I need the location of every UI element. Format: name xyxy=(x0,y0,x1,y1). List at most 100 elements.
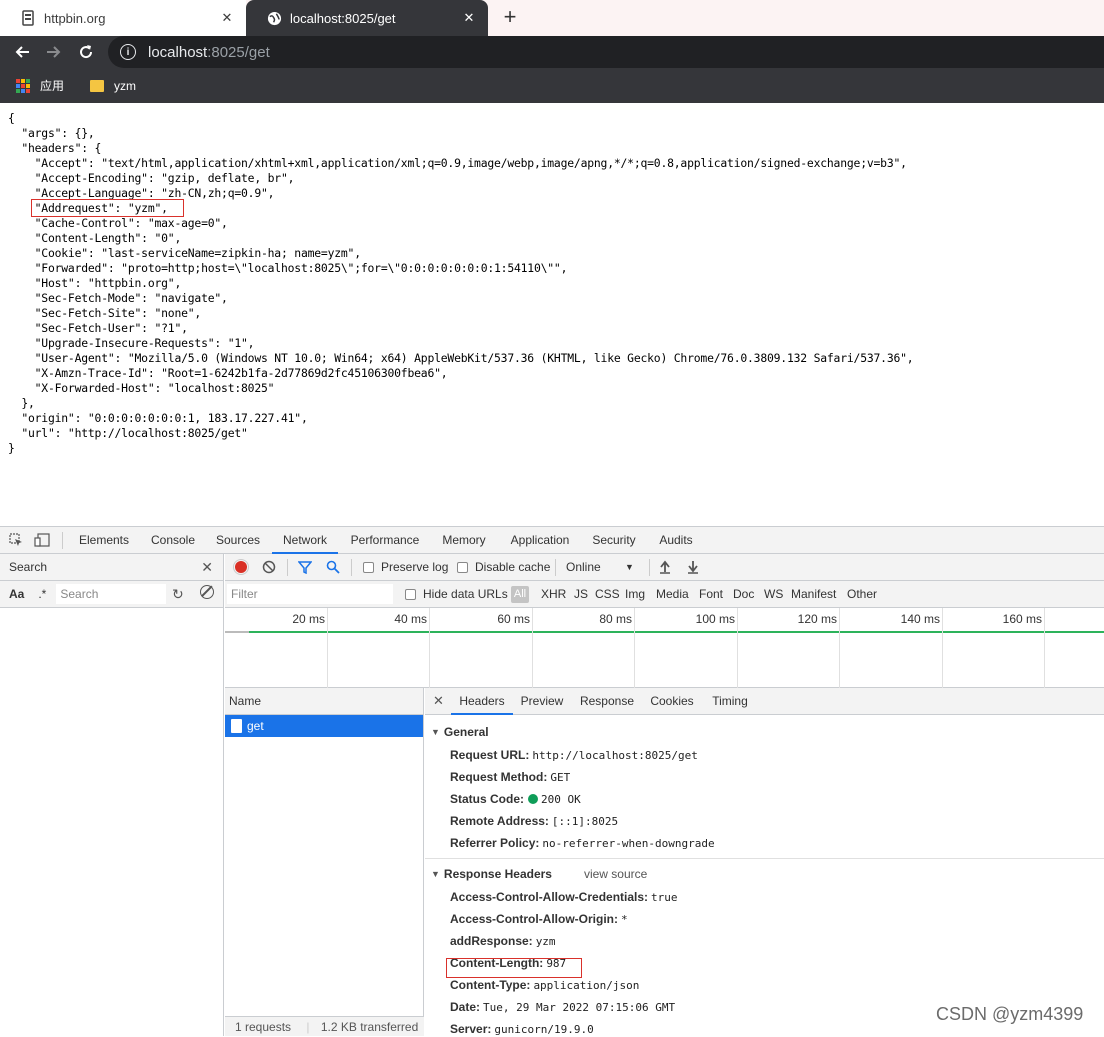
timeline-tick-label: 100 ms xyxy=(695,612,735,626)
timeline-tick-label: 20 ms xyxy=(292,612,325,626)
header-key: addResponse: xyxy=(450,934,533,948)
search-icon[interactable] xyxy=(325,559,341,575)
timeline-gridline xyxy=(839,608,840,688)
header-key: Request URL: xyxy=(450,748,530,762)
disable-cache-checkbox[interactable] xyxy=(457,562,468,573)
tab-preview[interactable]: Preview xyxy=(517,688,567,715)
filter-input[interactable]: Filter xyxy=(227,584,393,604)
clear-log-icon[interactable] xyxy=(261,559,277,575)
json-line: "Sec-Fetch-Mode": "navigate", xyxy=(8,291,228,305)
type-filter-xhr[interactable]: XHR xyxy=(541,581,566,608)
search-drawer-title: Search xyxy=(9,560,48,574)
tab-timing[interactable]: Timing xyxy=(705,688,755,715)
section-divider xyxy=(425,858,1104,859)
tab-application[interactable]: Application xyxy=(502,527,578,554)
network-overview-timeline[interactable]: 20 ms 40 ms 60 ms 80 ms 100 ms 120 ms 14… xyxy=(225,608,1104,688)
header-value: http://localhost:8025/get xyxy=(532,749,698,762)
view-source-link[interactable]: view source xyxy=(584,867,647,881)
forward-arrow-icon[interactable] xyxy=(42,40,66,64)
hide-data-urls-label: Hide data URLs xyxy=(423,587,508,601)
type-filter-all[interactable]: All xyxy=(511,586,529,603)
tab-console[interactable]: Console xyxy=(142,527,204,554)
timeline-gridline xyxy=(737,608,738,688)
close-icon[interactable]: ✕ xyxy=(201,559,213,576)
type-filter-doc[interactable]: Doc xyxy=(733,581,754,608)
request-detail-pane: ✕ Headers Preview Response Cookies Timin… xyxy=(425,688,1104,1036)
record-icon xyxy=(235,561,247,573)
close-icon[interactable]: ✕ xyxy=(460,9,478,27)
refresh-icon[interactable]: ↻ xyxy=(172,586,184,603)
tab-localhost[interactable]: localhost:8025/get ✕ xyxy=(246,0,488,36)
tab-audits[interactable]: Audits xyxy=(650,527,702,554)
json-line: "args": {}, xyxy=(8,126,95,140)
bookmark-label: yzm xyxy=(114,78,137,93)
preserve-log-checkbox[interactable] xyxy=(363,562,374,573)
header-value: 200 OK xyxy=(541,793,581,806)
header-key: Access-Control-Allow-Origin: xyxy=(450,912,619,926)
import-har-icon[interactable] xyxy=(657,559,673,575)
json-line: "Upgrade-Insecure-Requests": "1", xyxy=(8,336,255,350)
new-tab-button[interactable]: + xyxy=(498,6,522,30)
close-icon[interactable]: ✕ xyxy=(433,693,444,709)
response-headers-section-header[interactable]: ▼ Response Headers view source xyxy=(425,860,1104,887)
tab-performance[interactable]: Performance xyxy=(344,527,426,554)
export-har-icon[interactable] xyxy=(685,559,701,575)
filter-icon[interactable] xyxy=(297,559,313,575)
type-filter-ws[interactable]: WS xyxy=(764,581,783,608)
response-header-row: Date: Tue, 29 Mar 2022 07:15:06 GMT xyxy=(450,1000,675,1014)
type-filter-css[interactable]: CSS xyxy=(595,581,620,608)
bookmark-yzm[interactable]: yzm xyxy=(90,79,136,93)
search-drawer: Search ✕ Aa .* Search ↻ xyxy=(0,554,224,1036)
tab-response[interactable]: Response xyxy=(575,688,639,715)
tab-cookies[interactable]: Cookies xyxy=(645,688,699,715)
clear-icon[interactable] xyxy=(200,585,214,599)
toolbar-divider xyxy=(287,559,288,576)
tab-network[interactable]: Network xyxy=(272,527,338,554)
device-toolbar-icon[interactable] xyxy=(34,532,50,548)
request-row-get[interactable]: get xyxy=(225,715,423,737)
request-count: 1 requests xyxy=(235,1020,292,1034)
tab-security[interactable]: Security xyxy=(584,527,644,554)
tab-headers[interactable]: Headers xyxy=(451,688,513,715)
addrequest-highlight-box xyxy=(31,199,184,217)
json-line: "Host": "httpbin.org", xyxy=(8,276,182,290)
bookmark-apps[interactable]: 应用 xyxy=(16,77,64,94)
match-case-toggle[interactable]: Aa xyxy=(9,587,24,601)
json-line: "Sec-Fetch-Site": "none", xyxy=(8,306,202,320)
close-icon[interactable]: ✕ xyxy=(218,9,236,27)
request-name: get xyxy=(247,719,264,733)
type-filter-manifest[interactable]: Manifest xyxy=(791,581,836,608)
timeline-bar-waiting xyxy=(225,631,249,633)
url-host: localhost xyxy=(148,43,208,61)
search-input[interactable]: Search xyxy=(56,584,167,604)
json-line: "User-Agent": "Mozilla/5.0 (Windows NT 1… xyxy=(8,351,914,365)
type-filter-js[interactable]: JS xyxy=(574,581,588,608)
general-request-url: Request URL: http://localhost:8025/get xyxy=(450,748,698,762)
hide-data-urls-checkbox[interactable] xyxy=(405,589,416,600)
timeline-bar-loaded xyxy=(249,631,1104,633)
tab-memory[interactable]: Memory xyxy=(432,527,496,554)
json-line: "X-Amzn-Trace-Id": "Root=1-6242b1fa-2d77… xyxy=(8,366,448,380)
type-filter-other[interactable]: Other xyxy=(847,581,877,608)
response-header-row: Content-Type: application/json xyxy=(450,978,639,992)
response-header-row: Access-Control-Allow-Origin: * xyxy=(450,912,628,926)
tab-sources[interactable]: Sources xyxy=(210,527,266,554)
tab-elements[interactable]: Elements xyxy=(72,527,136,554)
type-filter-font[interactable]: Font xyxy=(699,581,723,608)
preserve-log-label: Preserve log xyxy=(381,560,449,574)
info-icon[interactable]: i xyxy=(120,44,136,60)
general-section-header[interactable]: ▼ General xyxy=(425,718,1104,745)
name-column-header[interactable]: Name xyxy=(225,688,423,715)
regex-toggle[interactable]: .* xyxy=(38,587,46,601)
back-arrow-icon[interactable] xyxy=(10,40,34,64)
tab-httpbin[interactable]: httpbin.org ✕ xyxy=(0,0,246,36)
chevron-down-icon[interactable]: ▼ xyxy=(625,554,634,581)
type-filter-img[interactable]: Img xyxy=(625,581,645,608)
throttle-select[interactable]: Online xyxy=(566,554,601,581)
address-bar[interactable]: i localhost:8025/get xyxy=(108,36,1104,68)
reload-icon[interactable] xyxy=(74,40,98,64)
timeline-tick-label: 60 ms xyxy=(497,612,530,626)
inspect-element-icon[interactable] xyxy=(8,532,24,548)
type-filter-media[interactable]: Media xyxy=(656,581,689,608)
header-value: gunicorn/19.9.0 xyxy=(494,1023,594,1036)
